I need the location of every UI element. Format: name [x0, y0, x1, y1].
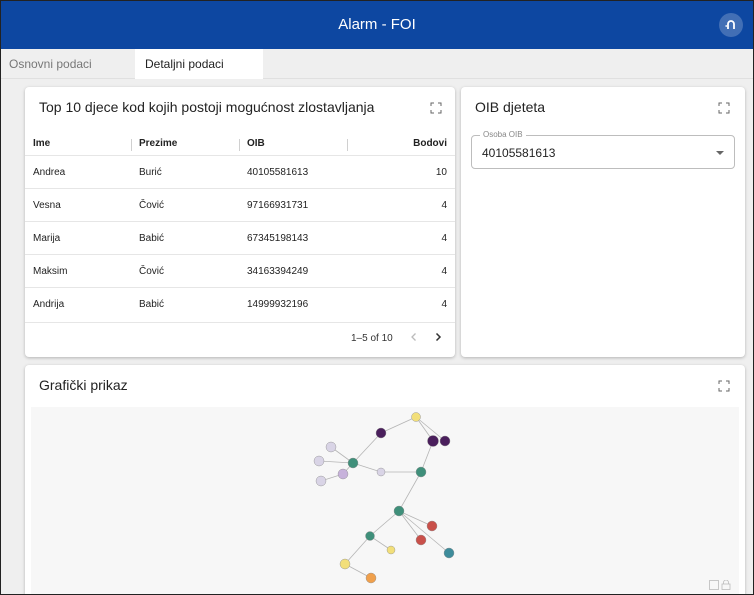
osoba-oib-select[interactable]: Osoba OIB 40105581613 [471, 130, 735, 169]
cell-bodovi: 10 [435, 167, 447, 178]
cell-bodovi: 4 [441, 233, 447, 244]
cell-oib: 97166931731 [247, 200, 309, 211]
cell-bodovi: 4 [441, 200, 447, 211]
logout-button[interactable] [719, 13, 743, 37]
select-label: Osoba OIB [480, 130, 526, 139]
top-children-card: Top 10 djece kod kojih postoji mogućnost… [25, 87, 455, 357]
tab-osnovni-podaci[interactable]: Osnovni podaci [1, 49, 129, 79]
card-title: Grafički prikaz [39, 377, 128, 393]
logout-icon [725, 20, 735, 29]
app-bar: Alarm - FOI [1, 1, 753, 49]
cell-oib: 34163394249 [247, 266, 309, 277]
network-graph [313, 412, 455, 584]
column-header-prezime[interactable]: Prezime [139, 138, 177, 149]
table-row[interactable]: Andrija Babić 14999932196 4 [25, 287, 455, 320]
graph-tools-icon[interactable] [709, 580, 731, 590]
chevron-right-icon[interactable] [431, 330, 445, 344]
table-row[interactable]: Maksim Čović 34163394249 4 [25, 254, 455, 287]
cell-bodovi: 4 [441, 299, 447, 310]
cell-prezime: Babić [139, 299, 165, 310]
table-row[interactable]: Vesna Čović 97166931731 4 [25, 188, 455, 221]
cell-ime: Marija [33, 233, 61, 244]
cell-oib: 67345198143 [247, 233, 309, 244]
fullscreen-icon[interactable] [717, 101, 731, 115]
card-title: OIB djeteta [475, 99, 546, 115]
cell-oib: 14999932196 [247, 299, 309, 310]
table-row[interactable]: Marija Babić 67345198143 4 [25, 221, 455, 254]
cell-prezime: Burić [139, 167, 162, 178]
table-pagination: 1–5 of 10 [25, 322, 455, 346]
graph-card: Grafički prikaz [25, 365, 745, 594]
graph-canvas[interactable] [31, 407, 739, 594]
cell-ime: Vesna [33, 200, 61, 211]
column-header-oib[interactable]: OIB [247, 138, 265, 149]
column-header-ime[interactable]: Ime [33, 138, 50, 149]
chevron-left-icon[interactable] [407, 330, 421, 344]
cell-ime: Andrea [33, 167, 66, 178]
fullscreen-icon[interactable] [429, 101, 443, 115]
fullscreen-icon[interactable] [717, 379, 731, 393]
oib-card: OIB djeteta Osoba OIB 40105581613 [461, 87, 745, 357]
app-window: Alarm - FOI Osnovni podaci Detaljni poda… [0, 0, 754, 595]
card-title: Top 10 djece kod kojih postoji mogućnost… [39, 99, 375, 115]
column-header-bodovi[interactable]: Bodovi [413, 138, 447, 149]
app-title: Alarm - FOI [338, 16, 416, 33]
cell-prezime: Čović [139, 266, 165, 277]
cell-oib: 40105581613 [247, 167, 309, 178]
tab-bar: Osnovni podaci Detaljni podaci [1, 49, 753, 79]
select-value: 40105581613 [482, 146, 556, 160]
cell-bodovi: 4 [441, 266, 447, 277]
table-header: Ime Prezime OIB Bodovi [25, 135, 455, 155]
table-row[interactable]: Andrea Burić 40105581613 10 [25, 155, 455, 188]
cell-prezime: Čović [139, 200, 165, 211]
caret-down-icon [716, 151, 724, 155]
tab-detaljni-podaci[interactable]: Detaljni podaci [135, 49, 263, 79]
pagination-range: 1–5 of 10 [351, 333, 393, 344]
cell-prezime: Babić [139, 233, 165, 244]
cell-ime: Maksim [33, 266, 68, 277]
cell-ime: Andrija [33, 299, 65, 310]
